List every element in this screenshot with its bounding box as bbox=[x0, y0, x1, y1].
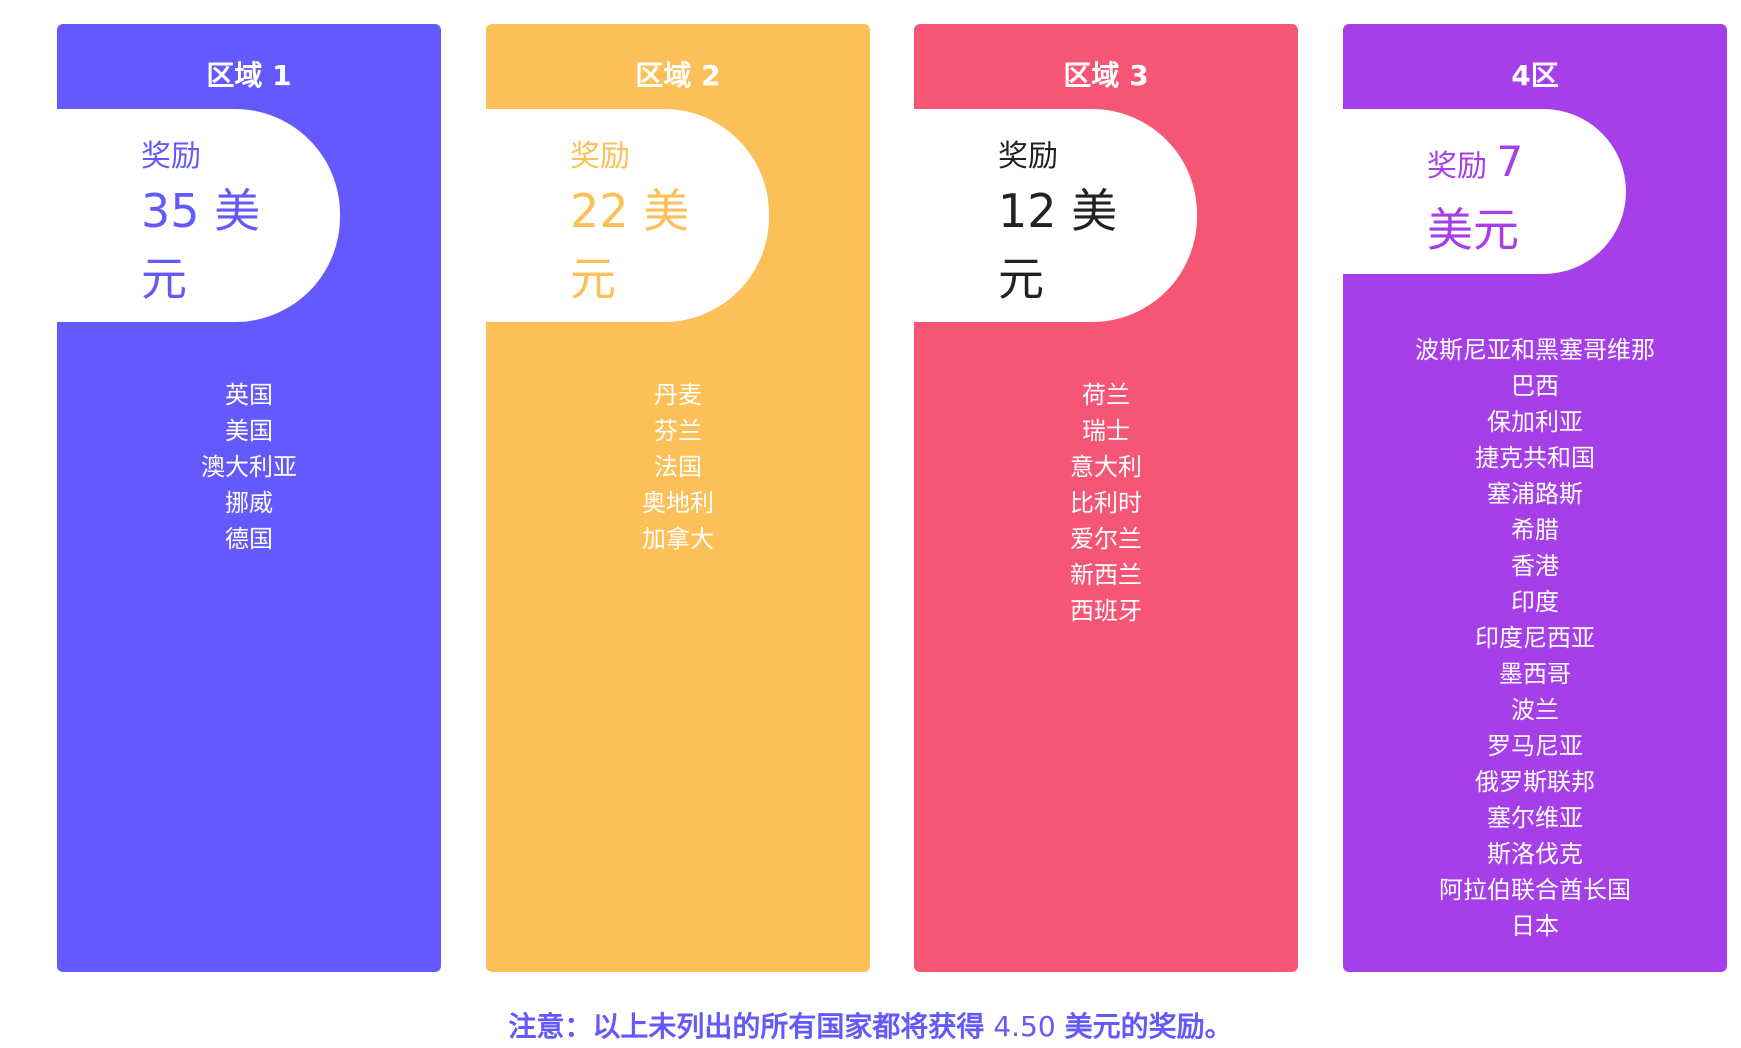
zone-title: 区域 3 bbox=[1063, 59, 1149, 92]
reward-zones: 区域 1 奖励 35 美元 英国美国澳大利亚挪威德国 区域 2 奖励 22 美元… bbox=[0, 0, 1741, 980]
zone-card-1: 区域 1 奖励 35 美元 英国美国澳大利亚挪威德国 bbox=[57, 24, 441, 972]
country-item: 德国 bbox=[225, 525, 273, 553]
country-item: 芬兰 bbox=[654, 417, 702, 445]
country-item: 塞浦路斯 bbox=[1487, 480, 1583, 508]
country-list: 丹麦芬兰法国奥地利加拿大 bbox=[486, 377, 870, 557]
country-item: 荷兰 bbox=[1082, 381, 1130, 409]
country-item: 斯洛伐克 bbox=[1487, 840, 1583, 868]
country-list: 荷兰瑞士意大利比利时爱尔兰新西兰西班牙 bbox=[914, 377, 1298, 629]
reward-label: 奖励 7 bbox=[1427, 137, 1607, 186]
country-item: 爱尔兰 bbox=[1070, 525, 1142, 553]
country-item: 波兰 bbox=[1511, 696, 1559, 724]
country-item: 奥地利 bbox=[642, 489, 714, 517]
country-item: 新西兰 bbox=[1070, 561, 1142, 589]
reward-label: 奖励 bbox=[570, 139, 630, 174]
reward-label-text: 奖励 bbox=[1427, 149, 1487, 184]
reward-box: 奖励 7 美元 bbox=[1343, 109, 1626, 274]
reward-box: 奖励 35 美元 bbox=[57, 109, 340, 322]
country-item: 塞尔维亚 bbox=[1487, 804, 1583, 832]
country-item: 法国 bbox=[654, 453, 702, 481]
zone-card-2: 区域 2 奖励 22 美元 丹麦芬兰法国奥地利加拿大 bbox=[486, 24, 870, 972]
country-item: 日本 bbox=[1511, 912, 1559, 940]
reward-number: 7 bbox=[1496, 137, 1524, 186]
country-item: 瑞士 bbox=[1082, 417, 1130, 445]
country-item: 保加利亚 bbox=[1487, 408, 1583, 436]
country-item: 英国 bbox=[225, 381, 273, 409]
country-item: 挪威 bbox=[225, 489, 273, 517]
reward-box: 奖励 12 美元 bbox=[914, 109, 1197, 322]
note-amount: 4.50 bbox=[984, 1010, 1065, 1043]
reward-currency: 美元 bbox=[1427, 203, 1519, 257]
reward-box: 奖励 22 美元 bbox=[486, 109, 769, 322]
country-item: 印度 bbox=[1511, 588, 1559, 616]
note-prefix: 注意：以上未列出的所有国家都将获得 bbox=[508, 1010, 985, 1043]
note-suffix: 美元的奖励。 bbox=[1064, 1010, 1233, 1043]
zone-title: 4区 bbox=[1511, 59, 1559, 92]
country-item: 巴西 bbox=[1511, 372, 1559, 400]
country-item: 意大利 bbox=[1070, 453, 1142, 481]
country-item: 墨西哥 bbox=[1499, 660, 1571, 688]
country-item: 俄罗斯联邦 bbox=[1475, 768, 1595, 796]
country-item: 丹麦 bbox=[654, 381, 702, 409]
zone-title: 区域 2 bbox=[635, 59, 721, 92]
reward-amount: 35 美元 bbox=[141, 184, 261, 306]
country-item: 罗马尼亚 bbox=[1487, 732, 1583, 760]
reward-label: 奖励 bbox=[141, 139, 201, 174]
country-list: 波斯尼亚和黑塞哥维那 巴西保加利亚捷克共和国塞浦路斯希腊香港印度印度尼西亚墨西哥波… bbox=[1343, 332, 1727, 944]
reward-label: 奖励 bbox=[998, 139, 1058, 174]
zone-card-3: 区域 3 奖励 12 美元 荷兰瑞士意大利比利时爱尔兰新西兰西班牙 bbox=[914, 24, 1298, 972]
footer-note: 注意：以上未列出的所有国家都将获得 4.50 美元的奖励。 bbox=[0, 1005, 1741, 1045]
reward-amount: 22 美元 bbox=[570, 184, 690, 306]
country-item: 捷克共和国 bbox=[1475, 444, 1595, 472]
country-list: 英国美国澳大利亚挪威德国 bbox=[57, 377, 441, 557]
zone-title: 区域 1 bbox=[206, 59, 292, 92]
zone-card-4: 4区 奖励 7 美元 波斯尼亚和黑塞哥维那 巴西保加利亚捷克共和国塞浦路斯希腊香港… bbox=[1343, 24, 1727, 972]
country-item: 加拿大 bbox=[642, 525, 714, 553]
country-item: 印度尼西亚 bbox=[1475, 624, 1595, 652]
country-item: 香港 bbox=[1511, 552, 1559, 580]
country-item: 波斯尼亚和黑塞哥维那 bbox=[1415, 336, 1655, 364]
country-item: 比利时 bbox=[1070, 489, 1142, 517]
country-item: 西班牙 bbox=[1070, 597, 1142, 625]
country-item: 希腊 bbox=[1511, 516, 1559, 544]
country-item: 澳大利亚 bbox=[201, 453, 297, 481]
country-item: 美国 bbox=[225, 417, 273, 445]
reward-amount: 12 美元 bbox=[998, 184, 1118, 306]
country-item: 阿拉伯联合酋长国 bbox=[1439, 876, 1631, 904]
